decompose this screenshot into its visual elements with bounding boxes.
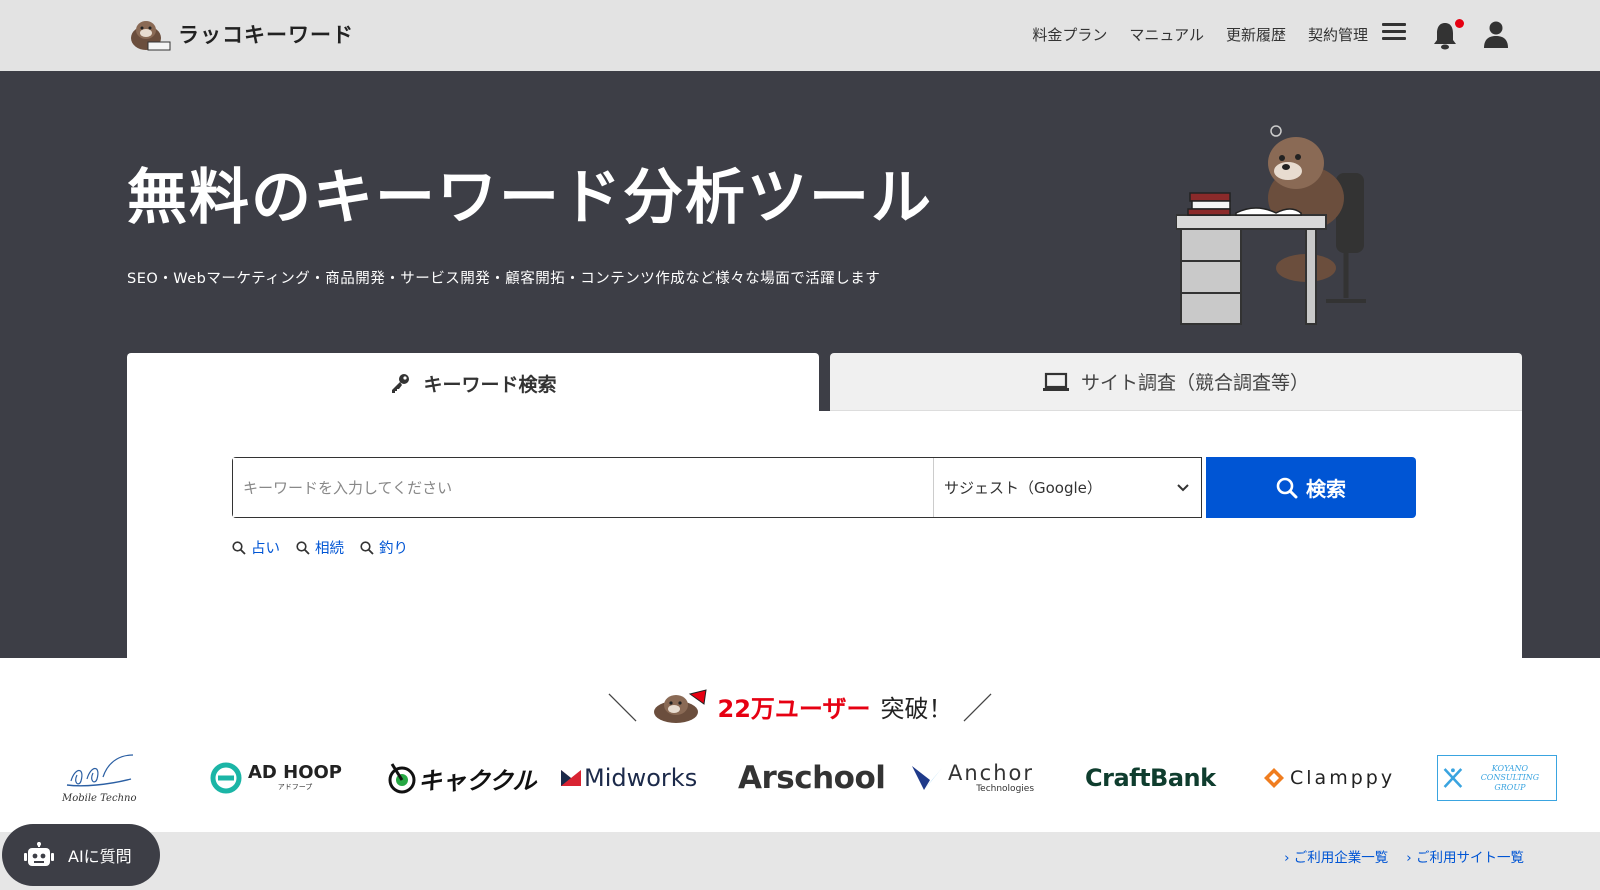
link-client-companies-label: ご利用企業一覧 [1293, 850, 1389, 866]
client-logo-label: KOYANO CONSULTING GROUP [1480, 763, 1540, 792]
hero-section: 無料のキーワード分析ツール SEO・Webマーケティング・商品開発・サービス開発… [0, 71, 1600, 665]
suggested-keyword[interactable]: 釣り [360, 537, 408, 558]
suggest-source-value: サジェスト（Google） [944, 479, 1102, 497]
tab-keyword-search[interactable]: キーワード検索 [127, 353, 819, 413]
anchor-logo-subtext: Technologies [976, 783, 1035, 794]
tab-site-research[interactable]: サイト調査（競合調査等） [830, 353, 1522, 411]
nav-changelog[interactable]: 更新履歴 [1226, 24, 1286, 45]
user-count-suffix: 突破！ [880, 694, 953, 723]
adhoop-logo-subtext: アドフープ [277, 783, 313, 791]
decorative-slash-left: ＼ [607, 692, 638, 727]
client-logo-label: Anchor [948, 760, 1035, 785]
user-icon[interactable] [1483, 20, 1509, 50]
link-client-sites[interactable]: › ご利用サイト一覧 [1406, 846, 1524, 866]
site-header: ラッコキーワード 料金プラン マニュアル 更新履歴 契約管理 [0, 0, 1600, 71]
client-logo-label: Clamppy [1290, 767, 1396, 789]
ai-chat-button[interactable]: AIに質問 [2, 824, 160, 886]
user-count: 22万ユーザー [717, 694, 871, 723]
hamburger-menu-icon[interactable] [1382, 20, 1406, 44]
tab-site-label: サイト調査（競合調査等） [1080, 372, 1309, 394]
clamppy-diamond-icon [1264, 768, 1284, 788]
mobile-techno-logo-icon [67, 753, 134, 786]
site-logo[interactable]: ラッコキーワード [126, 16, 354, 52]
nav-pricing[interactable]: 料金プラン [1032, 24, 1107, 45]
client-logo-clamppy: Clamppy [1262, 748, 1395, 808]
client-logo-arschool: Arschool [738, 748, 886, 808]
client-logo-mobile-techno: Mobile Techno [62, 748, 136, 808]
suggested-keyword[interactable]: 相続 [296, 537, 344, 558]
notification-dot [1455, 19, 1464, 28]
koyano-logo-icon [1443, 768, 1463, 788]
bell-icon[interactable] [1432, 20, 1458, 50]
suggested-keyword-label: 釣り [379, 541, 408, 557]
anchor-logo-icon [912, 766, 942, 790]
client-logo-label: Midworks [584, 764, 698, 792]
link-client-sites-label: ご利用サイト一覧 [1416, 850, 1524, 866]
search-button[interactable]: 検索 [1206, 457, 1416, 518]
client-logo-adhoop: AD HOOP アドフープ [210, 748, 342, 808]
client-logo-craftbank: CraftBank [1085, 748, 1216, 808]
suggested-keyword-label: 相続 [315, 541, 344, 557]
robot-icon [24, 842, 54, 866]
chevron-down-icon [1177, 483, 1189, 491]
otter-logo-icon [131, 21, 171, 51]
adhoop-logo-icon [210, 762, 242, 794]
laptop-icon [1042, 372, 1069, 391]
search-icon [296, 540, 310, 555]
midworks-logo-icon [561, 770, 581, 786]
otter-fan-icon [653, 689, 707, 723]
client-logo-kyakukuru: キャククル [388, 748, 536, 808]
client-logo-midworks: Midworks [561, 748, 697, 808]
client-logo-koyano: KOYANO CONSULTING GROUP [1437, 748, 1557, 808]
user-count-banner: ＼ 22万ユーザー 突破！ ／ [0, 684, 1600, 728]
suggested-keyword-label: 占い [251, 541, 280, 557]
client-logo-label: CraftBank [1085, 764, 1216, 792]
keyword-search-input[interactable] [233, 458, 933, 517]
decorative-slash-right: ／ [962, 692, 993, 727]
link-client-companies[interactable]: › ご利用企業一覧 [1284, 846, 1388, 866]
client-logo-label: AD HOOP [248, 762, 342, 783]
search-icon [232, 540, 246, 555]
footer-links: › ご利用企業一覧 › ご利用サイト一覧 [1284, 846, 1524, 866]
client-logo-label: キャククル [418, 766, 537, 795]
search-panel: サジェスト（Google） 検索 占い 相続 [127, 411, 1522, 665]
suggested-keywords: 占い 相続 釣り [232, 537, 408, 558]
search-button-label: 検索 [1306, 477, 1346, 501]
suggest-source-select[interactable]: サジェスト（Google） [933, 458, 1201, 517]
search-icon [360, 540, 374, 555]
search-box: サジェスト（Google） [232, 457, 1202, 518]
search-icon [1276, 477, 1298, 498]
nav-contract[interactable]: 契約管理 [1308, 24, 1368, 45]
ai-chat-label: AIに質問 [68, 847, 132, 866]
hero-subtitle: SEO・Webマーケティング・商品開発・サービス開発・顧客開拓・コンテンツ作成な… [127, 271, 881, 287]
suggested-keyword[interactable]: 占い [232, 537, 280, 558]
header-nav: 料金プラン マニュアル 更新履歴 契約管理 [1032, 24, 1368, 45]
client-logo-label: Mobile Techno [62, 792, 137, 804]
hero-title: 無料のキーワード分析ツール [127, 163, 933, 233]
client-logo-anchor: Anchor Technologies [910, 748, 1034, 808]
kyakukuru-target-icon [388, 763, 416, 794]
client-logos: Mobile Techno AD HOOP アドフープ キャククル Midwor… [0, 748, 1600, 808]
logo-text: ラッコキーワード [178, 23, 354, 47]
tab-keyword-label: キーワード検索 [423, 373, 557, 396]
otter-desk-illustration [1176, 125, 1366, 325]
client-logo-label: Arschool [738, 760, 886, 796]
key-icon [392, 374, 410, 393]
nav-manual[interactable]: マニュアル [1129, 24, 1204, 45]
